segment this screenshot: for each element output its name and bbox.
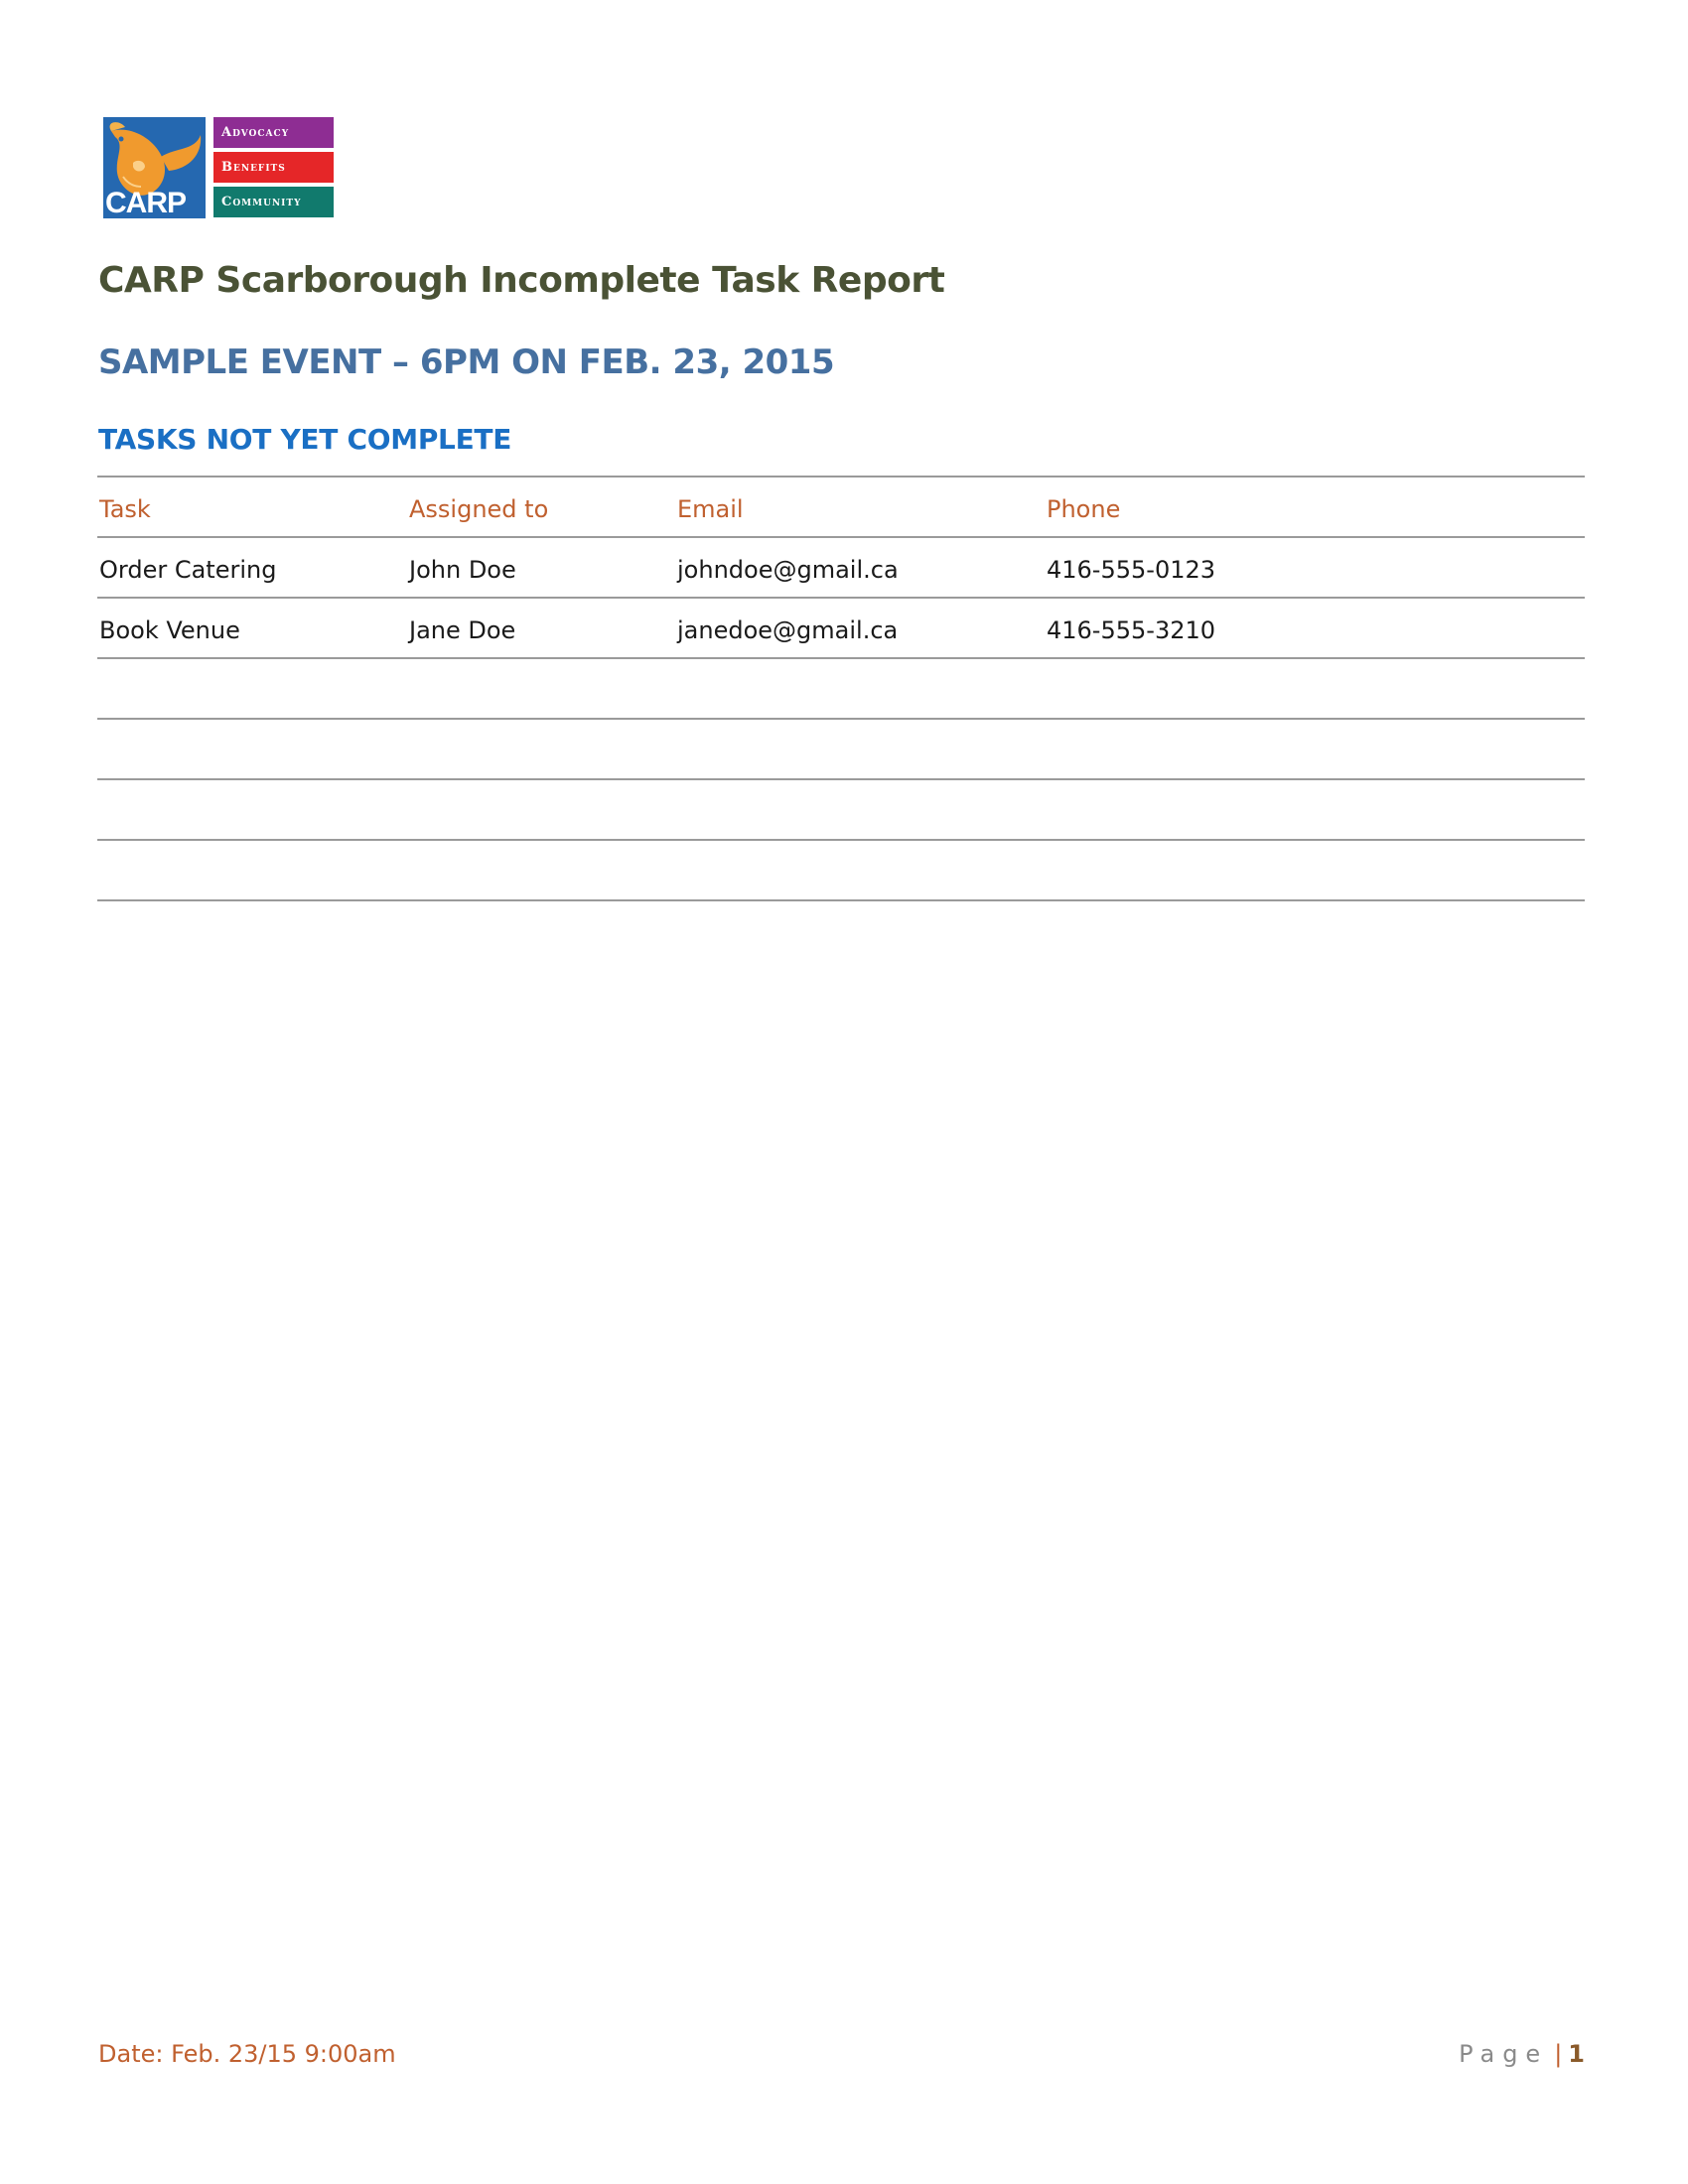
task-cell: Order Catering (99, 556, 277, 584)
logo-bar-community: Community (213, 187, 334, 217)
tasks-table: Task Assigned to Email Phone Order Cater… (97, 476, 1585, 901)
table-row (97, 841, 1585, 901)
table-row (97, 780, 1585, 841)
page-label: Page (1459, 2040, 1549, 2068)
email-cell: johndoe@gmail.ca (677, 556, 899, 584)
table-row (97, 659, 1585, 720)
phone-cell: 416-555-3210 (1047, 616, 1216, 644)
page-separator: | (1554, 2040, 1563, 2068)
email-cell: janedoe@gmail.ca (677, 616, 899, 644)
phone-cell: 416-555-0123 (1047, 556, 1216, 584)
assignee-cell: Jane Doe (409, 616, 516, 644)
header-task: Task (99, 495, 151, 523)
table-header-row: Task Assigned to Email Phone (97, 476, 1585, 538)
page-number: 1 (1568, 2040, 1585, 2068)
header-email: Email (677, 495, 744, 523)
carp-logo: CARP Advocacy Benefits Community (103, 117, 334, 218)
logo-wordmark: CARP (105, 187, 187, 218)
logo-bar-benefits: Benefits (213, 152, 334, 183)
header-assigned-to: Assigned to (409, 495, 549, 523)
report-title: CARP Scarborough Incomplete Task Report (98, 260, 945, 301)
logo-mark: CARP (103, 117, 206, 218)
logo-bar-advocacy: Advocacy (213, 117, 334, 148)
table-row (97, 720, 1585, 780)
assignee-cell: John Doe (409, 556, 516, 584)
table-row: Book Venue Jane Doe janedoe@gmail.ca 416… (97, 599, 1585, 659)
footer-date: Date: Feb. 23/15 9:00am (98, 2040, 396, 2068)
footer-page: Page | 1 (1459, 2040, 1585, 2068)
table-row: Order Catering John Doe johndoe@gmail.ca… (97, 538, 1585, 599)
section-heading: TASKS NOT YET COMPLETE (98, 423, 512, 456)
event-heading: SAMPLE EVENT – 6PM ON FEB. 23, 2015 (98, 342, 835, 382)
task-cell: Book Venue (99, 616, 240, 644)
header-phone: Phone (1047, 495, 1121, 523)
